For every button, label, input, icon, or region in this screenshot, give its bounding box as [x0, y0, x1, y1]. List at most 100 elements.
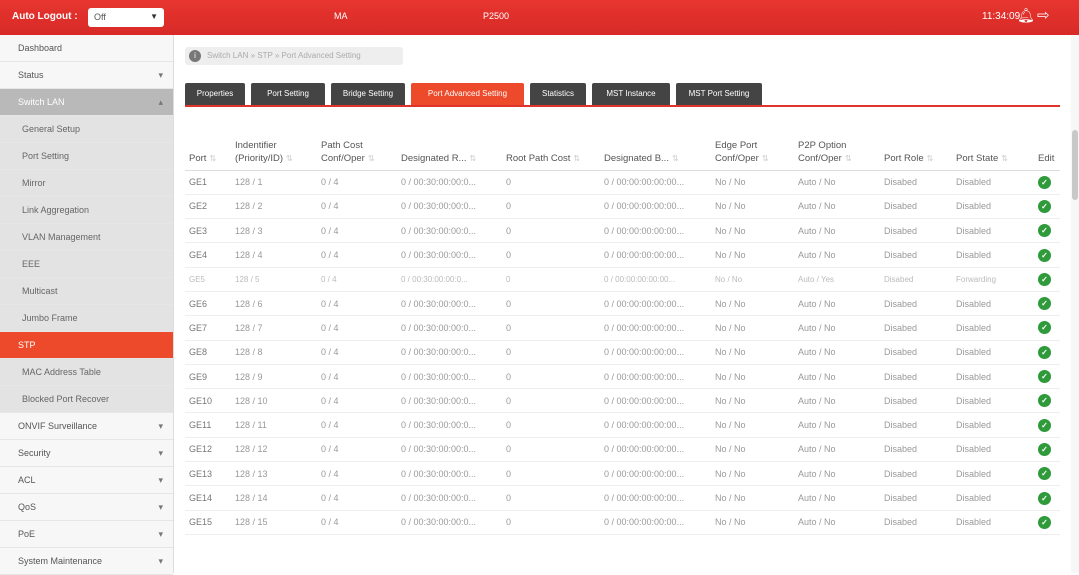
check-circle-icon[interactable]: ✓ [1038, 467, 1051, 481]
sidebar-item-label: Dashboard [18, 43, 63, 53]
check-circle-icon[interactable]: ✓ [1038, 491, 1051, 505]
column-header[interactable]: P2P Option Conf/Oper ⇅ [794, 118, 880, 171]
sidebar-item-eee[interactable]: EEE [0, 251, 173, 278]
check-circle-icon[interactable]: ✓ [1038, 345, 1051, 359]
sort-icon[interactable]: ⇅ [927, 154, 934, 163]
sidebar-item-status[interactable]: Status ▾ [0, 62, 173, 89]
sort-icon[interactable]: ⇅ [845, 154, 852, 163]
check-circle-icon[interactable]: ✓ [1038, 394, 1051, 408]
bell-icon[interactable]: 🔔︎ [1017, 7, 1035, 24]
scrollbar-thumb[interactable] [1072, 130, 1078, 200]
column-header[interactable]: Port ⇅ [185, 118, 231, 171]
edit-cell: ✓ [1034, 218, 1060, 244]
sidebar-item-link-aggregation[interactable]: Link Aggregation [0, 197, 173, 224]
table-cell: 0 / 4 [317, 291, 397, 317]
sidebar-item-stp[interactable]: STP [0, 332, 173, 359]
table-cell: Disabed [880, 315, 952, 341]
sort-icon[interactable]: ⇅ [286, 154, 293, 163]
edit-cell: ✓ [1034, 412, 1060, 438]
table-cell: 0 / 00:30:00:00:0... [397, 510, 502, 535]
table-cell: GE6 [185, 291, 231, 317]
sidebar-item-vlan-management[interactable]: VLAN Management [0, 224, 173, 251]
sidebar-item-onvif-surveillance[interactable]: ONVIF Surveillance ▾ [0, 413, 173, 440]
check-circle-icon[interactable]: ✓ [1038, 272, 1051, 286]
check-circle-icon[interactable]: ✓ [1038, 224, 1051, 238]
check-circle-icon[interactable]: ✓ [1038, 515, 1051, 529]
sort-icon[interactable]: ⇅ [573, 154, 580, 163]
sidebar-item-blocked-port-recover[interactable]: Blocked Port Recover [0, 386, 173, 413]
column-header[interactable]: Root Path Cost ⇅ [502, 118, 600, 171]
tab-mst-instance[interactable]: MST Instance [592, 83, 670, 105]
sidebar-item-acl[interactable]: ACL ▾ [0, 467, 173, 494]
table-cell: 128 / 9 [231, 364, 317, 390]
edit-cell: ✓ [1034, 461, 1060, 487]
check-circle-icon[interactable]: ✓ [1038, 442, 1051, 456]
column-header[interactable]: Indentifier (Priority/ID) ⇅ [231, 118, 317, 171]
column-header[interactable]: Edge Port Conf/Oper ⇅ [711, 118, 794, 171]
column-header[interactable]: Path Cost Conf/Oper ⇅ [317, 118, 397, 171]
sort-icon[interactable]: ⇅ [368, 154, 375, 163]
table-cell: GE9 [185, 364, 231, 390]
edit-cell: ✓ [1034, 364, 1060, 390]
sidebar-item-mac-address-table[interactable]: MAC Address Table [0, 359, 173, 386]
check-circle-icon[interactable]: ✓ [1038, 199, 1051, 213]
sidebar-item-port-setting[interactable]: Port Setting [0, 143, 173, 170]
sort-icon[interactable]: ⇅ [469, 154, 476, 163]
sidebar-item-label: STP [18, 340, 36, 350]
chevron-down-icon: ▾ [158, 421, 163, 431]
sidebar-item-poe[interactable]: PoE ▾ [0, 521, 173, 548]
auto-logout-label: Auto Logout : [12, 11, 78, 22]
sidebar-item-multicast[interactable]: Multicast [0, 278, 173, 305]
sidebar-item-switch-lan[interactable]: Switch LAN ▴ [0, 89, 173, 116]
table-cell: 0 [502, 485, 600, 511]
table-cell: GE8 [185, 340, 231, 365]
logout-icon[interactable]: ⇨ [1037, 6, 1050, 24]
tab-statistics[interactable]: Statistics [530, 83, 586, 105]
sort-icon[interactable]: ⇅ [762, 154, 769, 163]
sort-icon[interactable]: ⇅ [209, 154, 216, 163]
table-cell: GE13 [185, 461, 231, 487]
table-cell: 0 [502, 461, 600, 487]
tab-bridge-setting[interactable]: Bridge Setting [331, 83, 405, 105]
check-circle-icon[interactable]: ✓ [1038, 321, 1051, 335]
check-circle-icon[interactable]: ✓ [1038, 370, 1051, 384]
check-circle-icon[interactable]: ✓ [1038, 418, 1051, 432]
check-circle-icon[interactable]: ✓ [1038, 297, 1051, 311]
sidebar-item-dashboard[interactable]: Dashboard [0, 35, 173, 62]
table-cell: 0 / 00:00:00:00:00... [600, 510, 711, 535]
sidebar-item-security[interactable]: Security ▾ [0, 440, 173, 467]
table-cell: Disabled [952, 194, 1034, 220]
sidebar-item-label: Blocked Port Recover [22, 394, 110, 404]
vertical-scrollbar[interactable] [1071, 35, 1079, 573]
column-header[interactable]: Designated R... ⇅ [397, 118, 502, 171]
sidebar-item-general-setup[interactable]: General Setup [0, 116, 173, 143]
column-header[interactable]: Port Role ⇅ [880, 118, 952, 171]
tab-properties[interactable]: Properties [185, 83, 245, 105]
table-cell: No / No [711, 412, 794, 438]
sidebar-item-jumbo-frame[interactable]: Jumbo Frame [0, 305, 173, 332]
table-cell: Auto / Yes [794, 267, 880, 292]
sidebar-item-qos[interactable]: QoS ▾ [0, 494, 173, 521]
tab-port-advanced-setting[interactable]: Port Advanced Setting [411, 83, 524, 105]
sidebar-item-label: Mirror [22, 178, 46, 188]
table-cell: Disabled [952, 315, 1034, 341]
column-header[interactable]: Port State ⇅ [952, 118, 1034, 171]
table-cell: Disabed [880, 194, 952, 220]
table-cell: 0 [502, 437, 600, 463]
sort-icon[interactable]: ⇅ [672, 154, 679, 163]
column-header[interactable]: Designated B... ⇅ [600, 118, 711, 171]
auto-logout-select[interactable]: Off ▼ [88, 8, 164, 27]
table-cell: 128 / 10 [231, 388, 317, 414]
column-header-label: Indentifier (Priority/ID) [235, 139, 284, 164]
tab-port-setting[interactable]: Port Setting [251, 83, 325, 105]
table-cell: 0 / 00:30:00:00:0... [397, 412, 502, 438]
sort-icon[interactable]: ⇅ [1001, 154, 1008, 163]
table-cell: 0 / 00:30:00:00:0... [397, 218, 502, 244]
tab-mst-port-setting[interactable]: MST Port Setting [676, 83, 762, 105]
sidebar-item-mirror[interactable]: Mirror [0, 170, 173, 197]
table-cell: 128 / 13 [231, 461, 317, 487]
check-circle-icon[interactable]: ✓ [1038, 248, 1051, 262]
table-cell: 0 / 00:00:00:00:00... [600, 291, 711, 317]
sidebar-item-system-maintenance[interactable]: System Maintenance ▾ [0, 548, 173, 575]
check-circle-icon[interactable]: ✓ [1038, 175, 1051, 189]
